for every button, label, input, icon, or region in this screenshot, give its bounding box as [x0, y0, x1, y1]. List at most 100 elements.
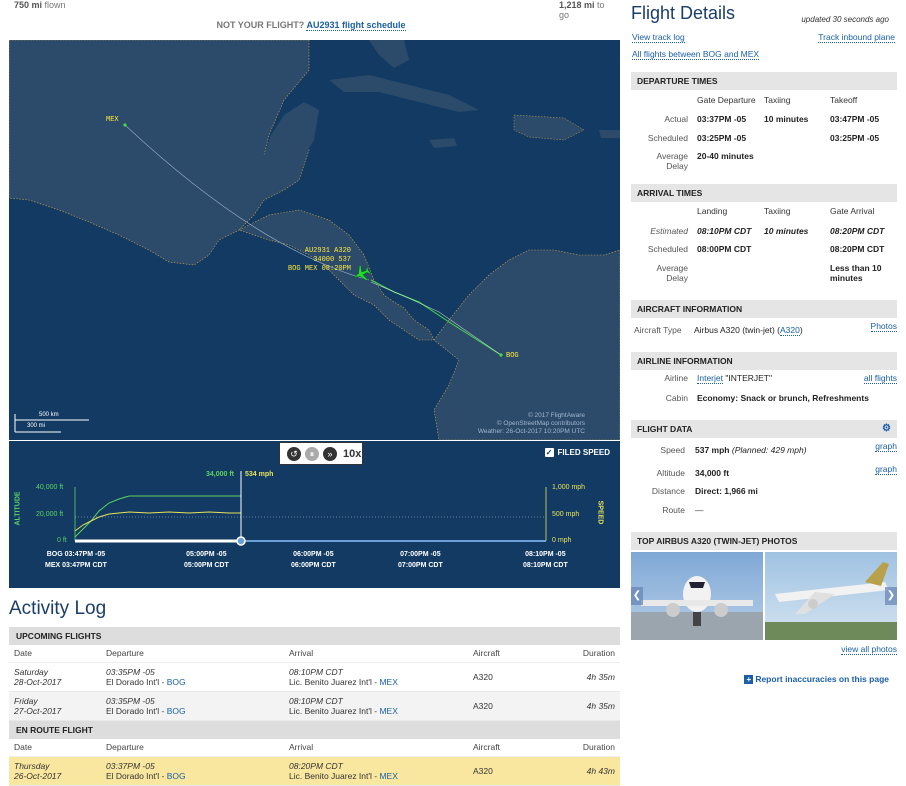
- dep-col-takeoff: Takeoff: [830, 95, 858, 105]
- arr-code-link[interactable]: MEX: [379, 771, 397, 781]
- land-cuba: [329, 75, 479, 112]
- arr-sched-landing: 08:00PM CDT: [697, 244, 752, 254]
- arrival-times-header: ARRIVAL TIMES: [631, 184, 897, 202]
- flown-value: 750 mi: [14, 0, 43, 10]
- flight-details-panel: Flight Details updated 30 seconds ago Vi…: [629, 0, 897, 781]
- view-track-log-link[interactable]: View track log: [632, 32, 685, 43]
- flight-schedule-link[interactable]: AU2931 flight schedule: [306, 20, 406, 31]
- all-flights-between-link[interactable]: All flights between BOG and MEX: [632, 49, 760, 60]
- report-inaccuracies[interactable]: + Report inaccuracies on this page: [744, 674, 889, 684]
- dep-avg-label1: Average: [656, 151, 688, 161]
- view-all-photos-link[interactable]: view all photos: [841, 644, 897, 655]
- distance-label: Distance: [651, 486, 685, 496]
- flight-map[interactable]: MEX BOG AU2931 A320 34000 537 BOG MEX 08…: [9, 40, 620, 440]
- arrival-times-box: ARRIVAL TIMES Landing Taxiing Gate Arriv…: [631, 184, 897, 292]
- time-bot-1: 05:00PM CDT: [184, 562, 229, 569]
- altitude-graph-link[interactable]: graph: [875, 464, 897, 475]
- arr-col-landing: Landing: [697, 206, 728, 216]
- speed-graph-link[interactable]: graph: [875, 441, 897, 452]
- enroute-header: EN ROUTE FLIGHT: [9, 721, 620, 739]
- gear-icon[interactable]: ⚙: [882, 423, 891, 434]
- arr-cell: 08:10PM CDT Lic. Benito Juarez Int'l - ME…: [289, 696, 473, 716]
- departure-times-box: DEPARTURE TIMES Gate Departure Taxiing T…: [631, 72, 897, 182]
- arr-avg-label: Average Delay: [631, 263, 688, 283]
- bog-dot: [499, 353, 503, 357]
- distance-value: Direct: 1,966 mi: [695, 486, 758, 496]
- aircraft-type-text: Airbus A320 (twin-jet) (: [694, 325, 780, 335]
- dep-cell: 03:37PM -05 El Dorado Int'l - BOG: [106, 761, 289, 781]
- table-row[interactable]: Friday 27-Oct-2017 03:35PM -05 El Dorado I…: [9, 692, 620, 721]
- enroute-col-headers: Date Departure Arrival Aircraft Duration: [9, 739, 620, 757]
- time-top-1: 05:00PM -05: [186, 551, 227, 558]
- col-departure: Departure: [106, 648, 144, 658]
- col-arrival: Arrival: [289, 648, 314, 658]
- dep-code-link[interactable]: BOG: [167, 677, 186, 687]
- flight-data-box: FLIGHT DATA ⚙ Speed 537 mph (Planned: 429…: [631, 420, 897, 520]
- scale-km: 500 km: [39, 412, 59, 418]
- time-col-0: BOG 03:47PM -05 MEX 03:47PM CDT: [45, 549, 107, 571]
- datatag-line1: AU2931 A320: [304, 247, 351, 255]
- dep-col-gate: Gate Departure: [697, 95, 756, 105]
- chevron-left-icon[interactable]: ❮: [631, 587, 643, 605]
- arr-est-taxi: 10 minutes: [764, 226, 809, 236]
- arr-code-link[interactable]: MEX: [379, 677, 397, 687]
- datatag-line3: BOG MEX 08:20PM: [287, 265, 351, 273]
- table-row[interactable]: Saturday 28-Oct-2017 03:35PM -05 El Dorado…: [9, 663, 620, 692]
- photos-header: TOP AIRBUS A320 (TWIN-JET) PHOTOS: [631, 532, 897, 550]
- aircraft-code-link[interactable]: A320: [779, 325, 800, 336]
- airline-link[interactable]: Interjet: [697, 373, 723, 384]
- photo-2[interactable]: ❯: [765, 552, 897, 640]
- aircraft-type-label: Aircraft Type: [634, 325, 682, 335]
- col-date: Date: [14, 742, 32, 752]
- altitude-speed-graph: ↺ ⏸ » 10x ✓ FILED SPEED 34,000 ft 534 mp…: [9, 440, 620, 588]
- arr-est-gate: 08:20PM CDT: [830, 226, 885, 236]
- scale-mi: 300 mi: [27, 423, 46, 429]
- route-value: —: [695, 505, 704, 515]
- dep-code-link[interactable]: BOG: [167, 706, 186, 716]
- flight-datatag: AU2931 A320 34000 537 BOG MEX 08:20PM: [286, 247, 351, 274]
- datatag-line2: 34000 537: [313, 256, 351, 264]
- track-inbound-link[interactable]: Track inbound plane: [818, 32, 895, 43]
- time-bot-2: 06:00PM CDT: [291, 562, 336, 569]
- dep-avg-label2: Delay: [666, 161, 688, 171]
- report-link-text[interactable]: Report inaccuracies on this page: [755, 674, 889, 684]
- day: Friday: [14, 696, 38, 706]
- dep-sched-label: Scheduled: [647, 133, 688, 143]
- arr-est-landing: 08:10PM CDT: [697, 226, 752, 236]
- arr-place: Lic. Benito Juarez Int'l -: [289, 677, 378, 687]
- aircraft-close-paren: ): [799, 325, 803, 335]
- arr-avg-line2: minutes: [830, 273, 863, 283]
- aircraft-info-box: AIRCRAFT INFORMATION Aircraft Type Airbu…: [631, 300, 897, 346]
- col-duration: Duration: [582, 648, 615, 658]
- time-col-1: 05:00PM -05 05:00PM CDT: [184, 549, 229, 571]
- photos-link[interactable]: Photos: [870, 321, 897, 332]
- date-cell: Saturday 28-Oct-2017: [14, 667, 106, 687]
- time-col-3: 07:00PM -05 07:00PM CDT: [398, 549, 443, 571]
- photo-carousel[interactable]: ❮ ❯: [631, 552, 897, 640]
- cabin-value: Economy: Snack or brunch, Refreshments: [697, 393, 869, 403]
- table-row-enroute[interactable]: Thursday 26-Oct-2017 03:37PM -05 El Dorado…: [9, 757, 620, 786]
- credit-osm[interactable]: © OpenStreetMap contributors: [478, 420, 585, 428]
- scrub-handle[interactable]: [236, 536, 246, 546]
- dep-code-link[interactable]: BOG: [167, 771, 186, 781]
- photo-1[interactable]: ❮: [631, 552, 763, 640]
- aircraft-cell: A320: [473, 701, 493, 711]
- altitude-value: 34,000 ft: [695, 468, 730, 478]
- aircraft-info-header: AIRCRAFT INFORMATION: [631, 300, 897, 318]
- arr-code-link[interactable]: MEX: [379, 706, 397, 716]
- arr-sched-gate: 08:20PM CDT: [830, 244, 885, 254]
- all-flights-link[interactable]: all flights: [863, 373, 897, 384]
- upcoming-flights-table: UPCOMING FLIGHTS Date Departure Arrival …: [9, 627, 620, 786]
- time-bot-4: 08:10PM CDT: [523, 562, 568, 569]
- spd-tick-500: 500 mph: [552, 511, 580, 518]
- duration-cell: 4h 35m: [586, 672, 615, 682]
- time-bot-0: MEX 03:47PM CDT: [45, 562, 107, 569]
- land-florida: [369, 40, 409, 68]
- arr-col-taxi: Taxiing: [764, 206, 791, 216]
- chevron-right-icon[interactable]: ❯: [885, 587, 897, 605]
- not-your-flight-prefix: NOT YOUR FLIGHT?: [216, 20, 305, 30]
- day: Thursday: [14, 761, 50, 771]
- airline-info-header: AIRLINE INFORMATION: [631, 352, 897, 370]
- dep-sched-takeoff: 03:25PM -05: [830, 133, 880, 143]
- map-label-mex: MEX: [106, 116, 119, 124]
